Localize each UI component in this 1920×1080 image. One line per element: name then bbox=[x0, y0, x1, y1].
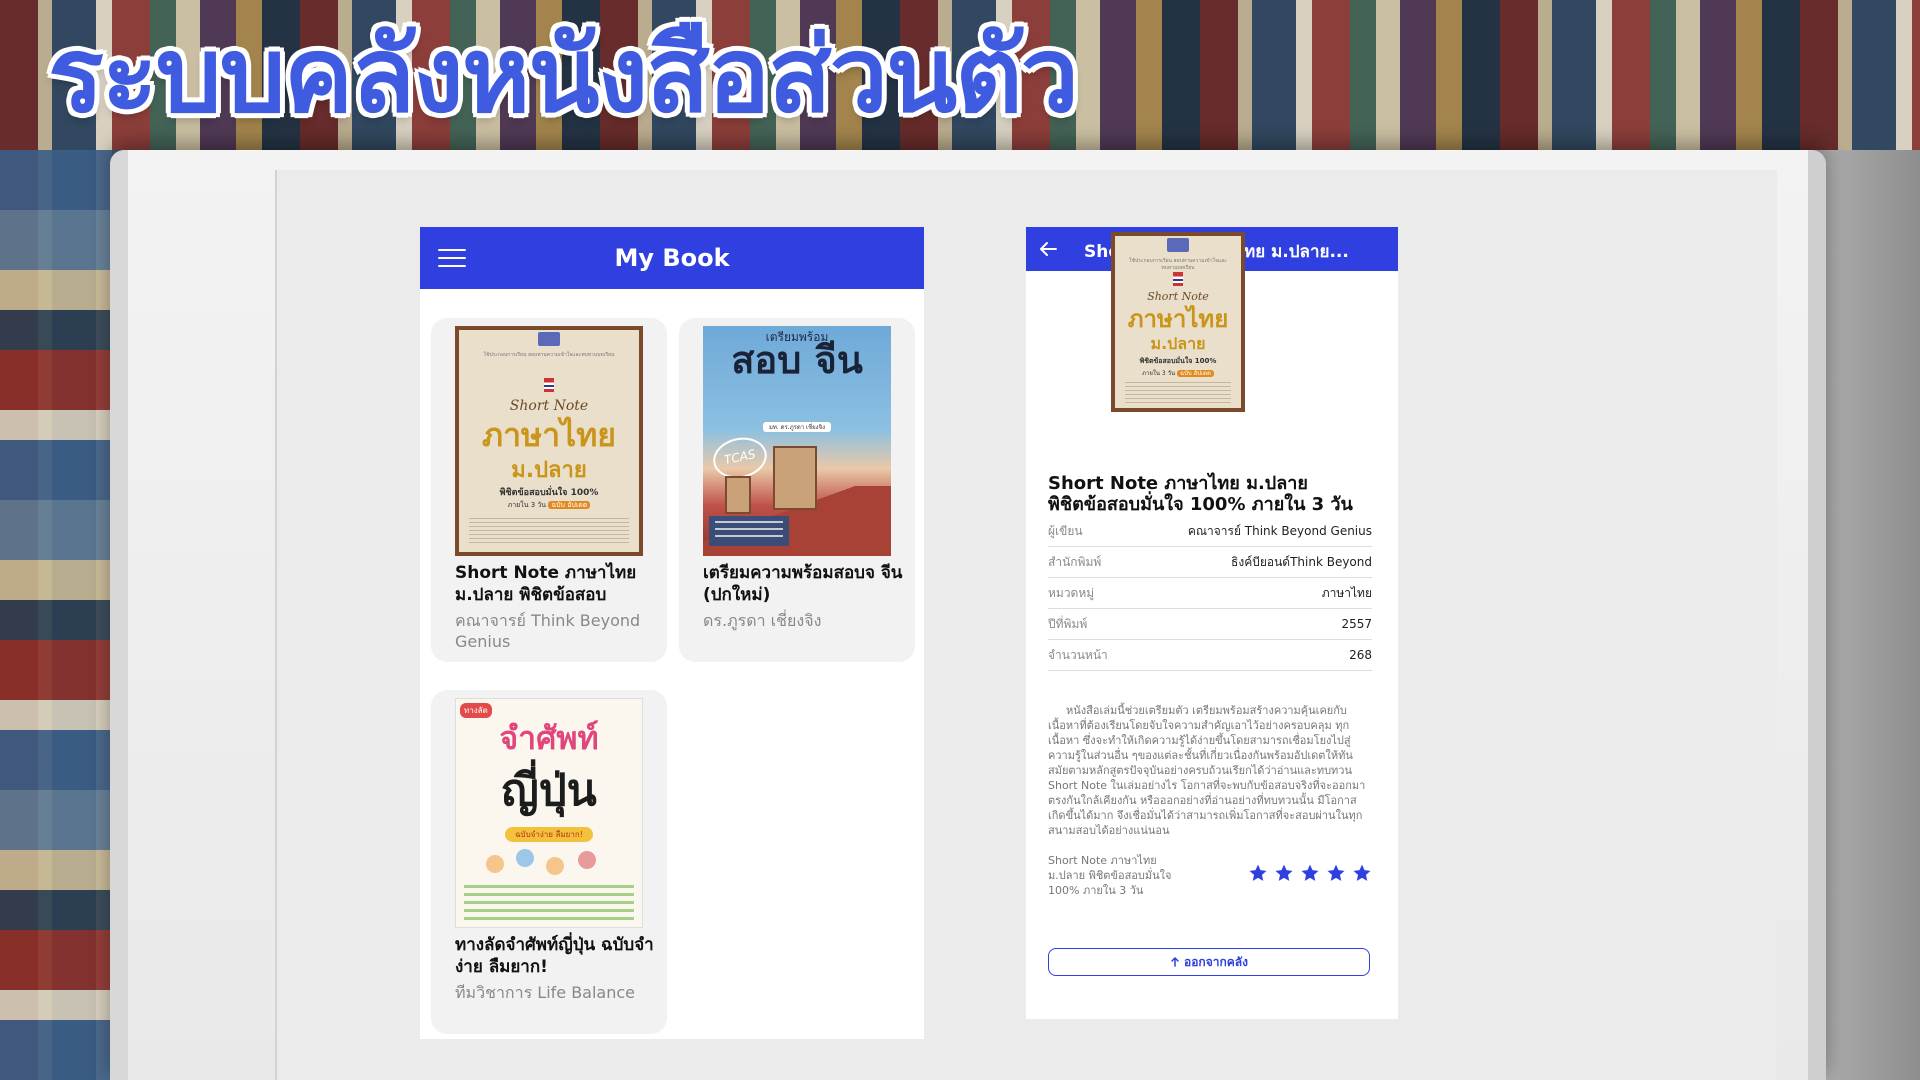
info-row-author: ผู้เขียน คณาจารย์ Think Beyond Genius bbox=[1048, 516, 1372, 547]
book-author: ทีมวิชาการ Life Balance bbox=[455, 983, 636, 1002]
book-author: คณาจารย์ Think Beyond Genius bbox=[455, 611, 641, 651]
book-card[interactable]: ทางลัด จำศัพท์ ญี่ปุ่น ฉบับจำง่าย ลืมยาก… bbox=[431, 690, 667, 1034]
book-card[interactable]: เตรียมพร้อม สอบ จีน มท. ดร.ภูรดา เชี่ยงจ… bbox=[679, 318, 915, 662]
arrow-left-icon[interactable] bbox=[1038, 239, 1058, 259]
library-app-bar: My Book bbox=[420, 227, 924, 289]
book-author: ดร.ภูรดา เชี่ยงจิง bbox=[703, 611, 822, 630]
page-headline: ระบบคลังหนังสือส่วนตัว bbox=[48, 14, 1079, 136]
info-row-year: ปีที่พิมพ์ 2557 bbox=[1048, 609, 1372, 640]
book-cover-image: เตรียมพร้อม สอบ จีน มท. ดร.ภูรดา เชี่ยงจ… bbox=[703, 326, 891, 556]
info-row-category: หมวดหมู่ ภาษาไทย bbox=[1048, 578, 1372, 609]
info-row-publisher: สำนักพิมพ์ ธิงค์บียอนด์Think Beyond bbox=[1048, 547, 1372, 578]
book-cover-image: ใช้ประกอบการเรียน สอบทานความเข้าใจและทบท… bbox=[455, 326, 643, 556]
star-icon[interactable] bbox=[1352, 863, 1372, 883]
book-detail-screen: Short Note ภาษาไทย ม.ปลาย... ใช้ประกอบกา… bbox=[1026, 227, 1398, 1019]
star-icon[interactable] bbox=[1274, 863, 1294, 883]
star-rating[interactable] bbox=[1248, 863, 1372, 883]
book-title: เตรียมความพร้อมสอบจ จีน (ปกใหม่) bbox=[703, 563, 903, 605]
rating-section: Short Note ภาษาไทย ม.ปลาย พิชิตข้อสอบมั่… bbox=[1048, 853, 1372, 901]
rating-label: Short Note ภาษาไทย ม.ปลาย พิชิตข้อสอบมั่… bbox=[1048, 854, 1172, 897]
star-icon[interactable] bbox=[1300, 863, 1320, 883]
library-screen: My Book ใช้ประกอบการเรียน สอบทานความเข้า… bbox=[420, 227, 924, 1039]
book-card[interactable]: ใช้ประกอบการเรียน สอบทานความเข้าใจและทบท… bbox=[431, 318, 667, 662]
book-title: Short Note ภาษาไทย ม.ปลาย พิชิตข้อสอบ bbox=[455, 563, 637, 605]
book-description: หนังสือเล่มนี้ช่วยเตรียมตัว เตรียมพร้อมส… bbox=[1048, 704, 1366, 837]
remove-from-library-button[interactable]: ออกจากคลัง bbox=[1048, 948, 1370, 976]
menu-icon[interactable] bbox=[438, 249, 466, 267]
book-grid: ใช้ประกอบการเรียน สอบทานความเข้าใจและทบท… bbox=[431, 318, 915, 1034]
library-title: My Book bbox=[614, 244, 730, 272]
star-icon[interactable] bbox=[1248, 863, 1268, 883]
book-info-table: ผู้เขียน คณาจารย์ Think Beyond Genius สำ… bbox=[1048, 516, 1372, 671]
info-row-pages: จำนวนหน้า 268 bbox=[1048, 640, 1372, 671]
star-icon[interactable] bbox=[1326, 863, 1346, 883]
book-cover-image: ทางลัด จำศัพท์ ญี่ปุ่น ฉบับจำง่าย ลืมยาก… bbox=[455, 698, 643, 928]
detail-cover-image: ใช้ประกอบการเรียน สอบทานความเข้าใจและทบท… bbox=[1111, 232, 1245, 412]
book-detail-title: Short Note ภาษาไทย ม.ปลาย พิชิตข้อสอบมั่… bbox=[1048, 473, 1353, 515]
arrow-up-icon bbox=[1171, 957, 1179, 967]
book-title: ทางลัดจำศัพท์ญี่ปุ่น ฉบับจำง่าย ลืมยาก! bbox=[455, 935, 654, 977]
